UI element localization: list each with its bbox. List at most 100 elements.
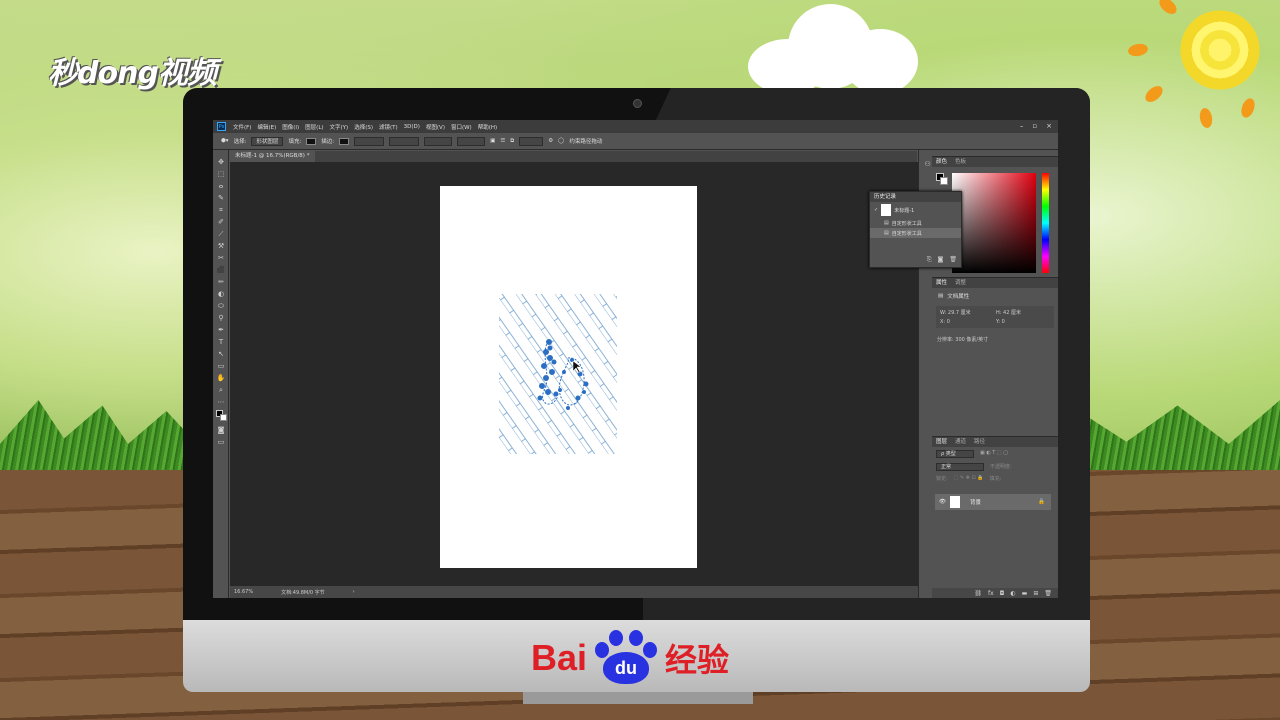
quick-mask-icon[interactable]: ◙	[213, 424, 229, 436]
layer-row-background[interactable]: 👁 背景 🔒	[935, 494, 1051, 510]
eraser-tool-icon[interactable]: ✏	[213, 276, 229, 288]
tool-preset-icon[interactable]: ⬢▾	[221, 138, 229, 144]
lasso-tool-icon[interactable]: ⴰ	[213, 180, 229, 192]
stroke-width-field[interactable]	[354, 136, 385, 146]
menu-image[interactable]: 图像(I)	[279, 123, 302, 131]
blend-mode-dropdown[interactable]: 正常	[936, 463, 984, 471]
screen-mode-icon[interactable]: ▭	[213, 436, 229, 448]
width-field[interactable]	[424, 136, 453, 146]
brush-tool-icon[interactable]: ⚒	[213, 240, 229, 252]
color-field[interactable]	[952, 173, 1036, 273]
crop-tool-icon[interactable]: ⌗	[213, 204, 229, 216]
camera-icon[interactable]: ◙	[938, 256, 944, 264]
document-canvas[interactable]	[440, 186, 697, 568]
shape-picker[interactable]	[519, 136, 544, 146]
history-title[interactable]: 历史记录	[874, 192, 896, 202]
hand-tool-icon[interactable]: ✋	[213, 372, 229, 384]
tab-properties[interactable]: 属性	[936, 278, 947, 288]
fill-label-layers: 填充:	[989, 476, 1002, 482]
close-button[interactable]: ×	[1046, 122, 1052, 130]
prop-x[interactable]: X: 0	[940, 319, 950, 325]
stroke-swatch[interactable]	[339, 137, 350, 145]
mask-icon[interactable]: ◘	[1000, 590, 1005, 597]
menu-layer[interactable]: 图层(L)	[302, 123, 326, 131]
restore-button[interactable]: ▫	[1032, 122, 1037, 130]
menu-view[interactable]: 视图(V)	[423, 123, 448, 131]
stamp-tool-icon[interactable]: ✂	[213, 252, 229, 264]
status-arrow-icon[interactable]: ›	[353, 589, 355, 595]
mode-label: 选择:	[233, 139, 247, 145]
constrain-label: 约束路径拖动	[569, 139, 603, 145]
tab-paths[interactable]: 路径	[974, 437, 985, 447]
prop-height[interactable]: H: 42 厘米	[996, 309, 1021, 316]
tab-adjustments[interactable]: 调整	[955, 278, 966, 288]
path-select-tool-icon[interactable]: ↖	[213, 348, 229, 360]
fill-swatch[interactable]	[306, 137, 317, 145]
folder-icon[interactable]: ▬	[1022, 590, 1028, 597]
color-swatches[interactable]	[213, 408, 229, 424]
layer-filter-icons[interactable]: ▣ ◐ T ⬚ ▢	[980, 450, 1008, 458]
menu-file[interactable]: 文件(F)	[230, 123, 254, 131]
menu-select[interactable]: 选择(S)	[351, 123, 376, 131]
quick-select-tool-icon[interactable]: ✎	[213, 192, 229, 204]
dodge-tool-icon[interactable]: ⚲	[213, 312, 229, 324]
type-tool-icon[interactable]: T	[213, 336, 229, 348]
new-layer-icon[interactable]: ⊞	[1033, 590, 1038, 597]
history-step-active[interactable]: ▤ 自定形状工具	[870, 228, 961, 238]
status-bar: 16.67% 文档:49.8M/0 字节 ›	[230, 586, 918, 598]
trash-icon[interactable]: 🗑	[949, 256, 957, 264]
trash-icon[interactable]: 🗑	[1044, 590, 1052, 597]
path-ops-icon[interactable]: ▣	[490, 138, 495, 144]
menu-window[interactable]: 窗口(W)	[448, 123, 475, 131]
menu-type[interactable]: 文字(Y)	[327, 123, 352, 131]
new-document-icon[interactable]: ⎘	[927, 256, 932, 264]
zoom-tool-icon[interactable]: ⌕	[213, 384, 229, 396]
history-brush-icon[interactable]: ⬛	[213, 264, 229, 276]
background-color[interactable]	[940, 177, 948, 185]
canvas-area[interactable]	[230, 162, 918, 586]
path-arrange-icon[interactable]: ⧉	[510, 138, 514, 145]
marquee-tool-icon[interactable]: ⬚	[213, 168, 229, 180]
prop-y[interactable]: Y: 0	[996, 319, 1005, 325]
tab-layers[interactable]: 图层	[936, 437, 947, 447]
tab-channels[interactable]: 通道	[955, 437, 966, 447]
zoom-level[interactable]: 16.67%	[234, 589, 253, 595]
history-step[interactable]: ▤ 自定形状工具	[870, 218, 961, 228]
mode-dropdown[interactable]: 形状图层	[251, 136, 284, 146]
menu-help[interactable]: 帮助(H)	[475, 123, 500, 131]
webcam-icon	[633, 99, 642, 108]
minimize-button[interactable]: –	[1020, 122, 1024, 130]
tab-swatches[interactable]: 色板	[955, 157, 966, 167]
adjustment-icon[interactable]: ◐	[1010, 590, 1015, 597]
shape-tool-icon[interactable]: ▭	[213, 360, 229, 372]
lock-icons[interactable]: ⬚ ✎ ✥ ⊡ 🔒	[954, 475, 984, 482]
blur-tool-icon[interactable]: ⬭	[213, 300, 229, 312]
healing-tool-icon[interactable]: ⟋	[213, 228, 229, 240]
pen-tool-icon[interactable]: ✒	[213, 324, 229, 336]
document-tab[interactable]: 未标题-1 @ 16.7%(RGB/8) *	[229, 151, 316, 162]
tab-color[interactable]: 颜色	[936, 157, 947, 167]
path-align-icon[interactable]: ☰	[500, 138, 505, 144]
eyedropper-tool-icon[interactable]: ✐	[213, 216, 229, 228]
layer-name[interactable]: 背景	[970, 498, 981, 506]
prop-width[interactable]: W: 29.7 厘米	[940, 309, 971, 316]
constrain-checkbox[interactable]: ◯	[558, 138, 564, 144]
history-step-label: 自定形状工具	[891, 230, 922, 237]
history-snapshot[interactable]: ✓ 未标题-1	[870, 202, 961, 218]
link-layers-icon[interactable]: ⛓	[974, 590, 982, 597]
menu-3d[interactable]: 3D(D)	[401, 124, 423, 130]
menu-edit[interactable]: 编辑(E)	[254, 123, 279, 131]
gradient-tool-icon[interactable]: ◐	[213, 288, 229, 300]
hue-slider[interactable]	[1042, 173, 1049, 273]
more-tools-icon[interactable]: ⋯	[213, 396, 229, 408]
eye-icon[interactable]: 👁	[939, 499, 946, 505]
fx-icon[interactable]: fx	[988, 590, 994, 597]
stroke-type-dropdown[interactable]	[389, 136, 420, 146]
gear-icon[interactable]: ⚙	[548, 138, 553, 144]
tools-panel: ✥ ⬚ ⴰ ✎ ⌗ ✐ ⟋ ⚒ ✂ ⬛ ✏ ◐ ⬭ ⚲ ✒ T ↖ ▭ ✋ ⌕ …	[213, 150, 229, 598]
height-field[interactable]	[457, 136, 486, 146]
move-tool-icon[interactable]: ✥	[213, 156, 229, 168]
layer-kind-filter[interactable]: ρ 类型	[936, 450, 974, 458]
brush-source-icon: ✓	[874, 207, 879, 213]
menu-filter[interactable]: 滤镜(T)	[376, 123, 401, 131]
